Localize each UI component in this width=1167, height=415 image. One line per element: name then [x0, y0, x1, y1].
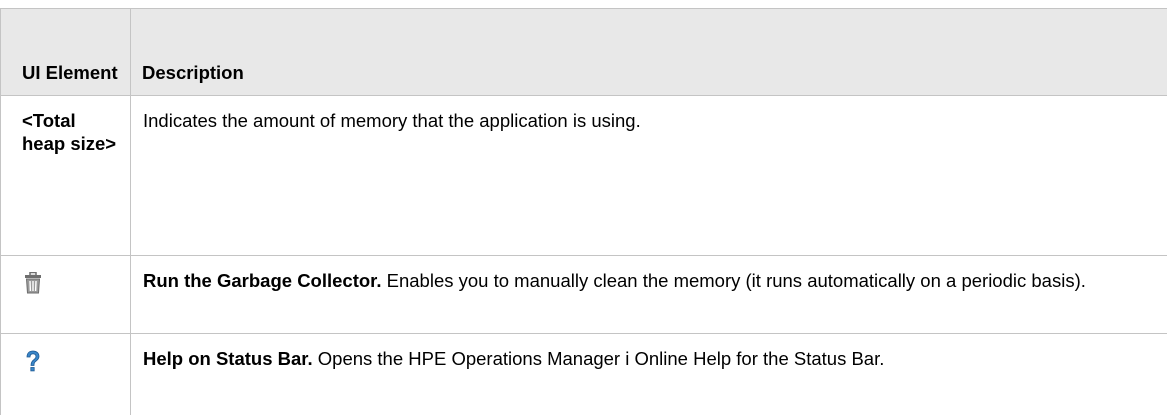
element-icon-cell-help [1, 334, 131, 415]
description-text: Opens the HPE Operations Manager i Onlin… [313, 348, 885, 369]
header-ui-element: UI Element [1, 9, 131, 96]
trash-can-icon [22, 272, 120, 294]
description-text: Indicates the amount of memory that the … [143, 110, 641, 131]
description-lead: Run the Garbage Collector. [143, 270, 382, 291]
header-row: UI Element Description [1, 9, 1167, 96]
table-header: UI Element Description [1, 9, 1167, 96]
description-total-heap-size: Indicates the amount of memory that the … [131, 96, 1167, 256]
description-help-status-bar: Help on Status Bar. Opens the HPE Operat… [131, 334, 1167, 415]
description-lead: Help on Status Bar. [143, 348, 313, 369]
header-description: Description [131, 9, 1167, 96]
table-row-garbage-collector: Run the Garbage Collector. Enables you t… [1, 256, 1167, 334]
ui-elements-table: UI Element Description <Total heap size>… [0, 8, 1167, 415]
question-mark-icon [22, 350, 120, 374]
description-text: Enables you to manually clean the memory… [382, 270, 1086, 291]
table-row-total-heap-size: <Total heap size> Indicates the amount o… [1, 96, 1167, 256]
element-icon-cell-garbage-collector [1, 256, 131, 334]
description-garbage-collector: Run the Garbage Collector. Enables you t… [131, 256, 1167, 334]
element-label-total-heap-size: <Total heap size> [1, 96, 131, 256]
table-row-help-status-bar: Help on Status Bar. Opens the HPE Operat… [1, 334, 1167, 415]
